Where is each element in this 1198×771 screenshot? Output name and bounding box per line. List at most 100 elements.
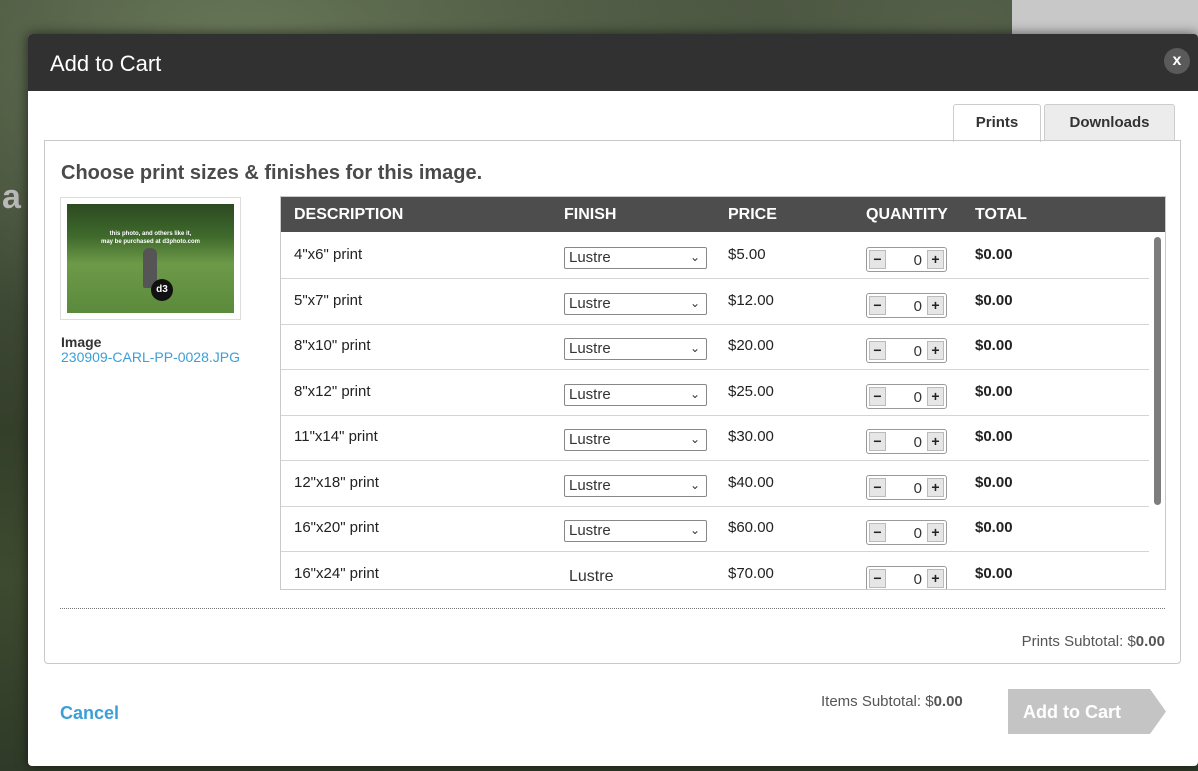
- table-row: 12"x18" print Lustre ⌄ $40.00 − 0 + $0.00: [281, 460, 1149, 507]
- minus-icon[interactable]: −: [869, 432, 886, 451]
- divider: [60, 608, 1165, 609]
- image-filename-link[interactable]: 230909-CARL-PP-0028.JPG: [61, 349, 240, 365]
- row-description: 4"x6" print: [294, 246, 363, 263]
- table-row: 5"x7" print Lustre ⌄ $12.00 − 0 + $0.00: [281, 278, 1149, 325]
- quantity-stepper[interactable]: − 0 +: [866, 383, 947, 409]
- plus-icon[interactable]: +: [927, 477, 944, 497]
- minus-icon[interactable]: −: [869, 523, 886, 542]
- plus-icon[interactable]: +: [927, 432, 944, 451]
- header-price: PRICE: [728, 206, 777, 223]
- quantity-stepper[interactable]: − 0 +: [866, 292, 947, 318]
- items-subtotal: Items Subtotal: $0.00: [821, 693, 963, 710]
- d3-logo-icon: d3: [151, 279, 173, 301]
- tab-downloads[interactable]: Downloads: [1044, 104, 1175, 141]
- row-description: 8"x12" print: [294, 382, 371, 400]
- chevron-down-icon: ⌄: [689, 341, 700, 355]
- tab-prints[interactable]: Prints: [953, 104, 1041, 142]
- quantity-stepper[interactable]: − 0 +: [866, 338, 947, 363]
- chevron-down-icon: ⌄: [689, 477, 700, 492]
- quantity-value[interactable]: 0: [914, 389, 922, 406]
- image-thumbnail: this photo, and others like it, may be p…: [60, 197, 241, 320]
- plus-icon[interactable]: +: [927, 568, 944, 588]
- close-icon[interactable]: x: [1164, 48, 1190, 74]
- row-total: $0.00: [975, 337, 1013, 354]
- row-total: $0.00: [975, 473, 1013, 491]
- prints-subtotal: Prints Subtotal: $0.00: [1021, 633, 1165, 650]
- row-price: $5.00: [728, 246, 766, 263]
- row-description: 16"x20" print: [294, 519, 379, 536]
- row-total: $0.00: [975, 428, 1013, 445]
- quantity-value[interactable]: 0: [914, 434, 922, 451]
- minus-icon[interactable]: −: [869, 341, 886, 360]
- finish-select[interactable]: Lustre ⌄: [564, 429, 707, 451]
- thumbnail-photo: this photo, and others like it, may be p…: [67, 204, 234, 313]
- header-quantity: QUANTITY: [866, 206, 948, 223]
- row-finish-text: Lustre: [569, 567, 614, 585]
- table-row: 16"x24" print Lustre $70.00 − 0 + $0.00: [281, 551, 1149, 589]
- chevron-down-icon: ⌄: [689, 295, 700, 310]
- minus-icon[interactable]: −: [869, 250, 886, 269]
- row-description: 5"x7" print: [294, 291, 363, 309]
- quantity-stepper[interactable]: − 0 +: [866, 474, 947, 500]
- row-price: $40.00: [728, 473, 774, 491]
- quantity-value[interactable]: 0: [914, 525, 922, 542]
- plus-icon[interactable]: +: [927, 341, 944, 360]
- minus-icon[interactable]: −: [869, 477, 886, 497]
- plus-icon[interactable]: +: [927, 523, 944, 542]
- row-total: $0.00: [975, 291, 1013, 309]
- row-price: $30.00: [728, 428, 774, 445]
- row-price: $25.00: [728, 382, 774, 400]
- quantity-stepper[interactable]: − 0 +: [866, 247, 947, 272]
- table-row: 8"x10" print Lustre ⌄ $20.00 − 0 + $0.00: [281, 323, 1149, 370]
- minus-icon[interactable]: −: [869, 568, 886, 588]
- row-total: $0.00: [975, 564, 1013, 582]
- quantity-value[interactable]: 0: [914, 480, 922, 497]
- table-row: 8"x12" print Lustre ⌄ $25.00 − 0 + $0.00: [281, 369, 1149, 416]
- chevron-down-icon: ⌄: [689, 250, 700, 264]
- table-header: DESCRIPTION FINISH PRICE QUANTITY TOTAL: [281, 197, 1165, 232]
- quantity-value[interactable]: 0: [914, 343, 922, 360]
- row-description: 12"x18" print: [294, 473, 379, 491]
- plus-icon[interactable]: +: [927, 250, 944, 269]
- chevron-down-icon: ⌄: [689, 386, 700, 401]
- row-price: $12.00: [728, 291, 774, 309]
- finish-select[interactable]: Lustre ⌄: [564, 383, 707, 406]
- minus-icon[interactable]: −: [869, 386, 886, 406]
- quantity-value[interactable]: 0: [914, 298, 922, 315]
- quantity-value[interactable]: 0: [914, 571, 922, 588]
- modal-title: Add to Cart: [50, 51, 162, 76]
- plus-icon[interactable]: +: [927, 295, 944, 315]
- cancel-button[interactable]: Cancel: [60, 703, 119, 724]
- add-to-cart-button[interactable]: Add to Cart: [1008, 689, 1166, 734]
- finish-select[interactable]: Lustre ⌄: [564, 292, 707, 315]
- chevron-down-icon: ⌄: [689, 523, 700, 537]
- background-panel: [1012, 0, 1198, 36]
- quantity-stepper[interactable]: − 0 +: [866, 520, 947, 545]
- quantity-value[interactable]: 0: [914, 252, 922, 269]
- table-row: 11"x14" print Lustre ⌄ $30.00 − 0 + $0.00: [281, 414, 1149, 461]
- quantity-stepper[interactable]: − 0 +: [866, 429, 947, 454]
- print-options-table: DESCRIPTION FINISH PRICE QUANTITY TOTAL …: [280, 196, 1166, 590]
- row-price: $20.00: [728, 337, 774, 354]
- row-description: 16"x24" print: [294, 564, 379, 582]
- minus-icon[interactable]: −: [869, 295, 886, 315]
- quantity-stepper[interactable]: − 0 +: [866, 565, 947, 589]
- table-row: 4"x6" print Lustre ⌄ $5.00 − 0 + $0.00: [281, 232, 1149, 279]
- chevron-down-icon: ⌄: [689, 432, 700, 446]
- row-description: 8"x10" print: [294, 337, 371, 354]
- finish-select[interactable]: Lustre ⌄: [564, 338, 707, 360]
- row-description: 11"x14" print: [294, 428, 378, 445]
- finish-select[interactable]: Lustre ⌄: [564, 520, 707, 542]
- header-finish: FINISH: [564, 206, 617, 223]
- row-price: $60.00: [728, 519, 774, 536]
- finish-select[interactable]: Lustre ⌄: [564, 474, 707, 497]
- header-total: TOTAL: [975, 206, 1027, 223]
- modal-header: Add to Cart x: [28, 34, 1198, 91]
- header-description: DESCRIPTION: [294, 206, 404, 223]
- plus-icon[interactable]: +: [927, 386, 944, 406]
- table-scrollbar[interactable]: [1154, 237, 1161, 505]
- prints-panel: Choose print sizes & finishes for this i…: [44, 140, 1181, 664]
- row-total: $0.00: [975, 519, 1013, 536]
- add-to-cart-label: Add to Cart: [1023, 702, 1121, 722]
- finish-select[interactable]: Lustre ⌄: [564, 247, 707, 269]
